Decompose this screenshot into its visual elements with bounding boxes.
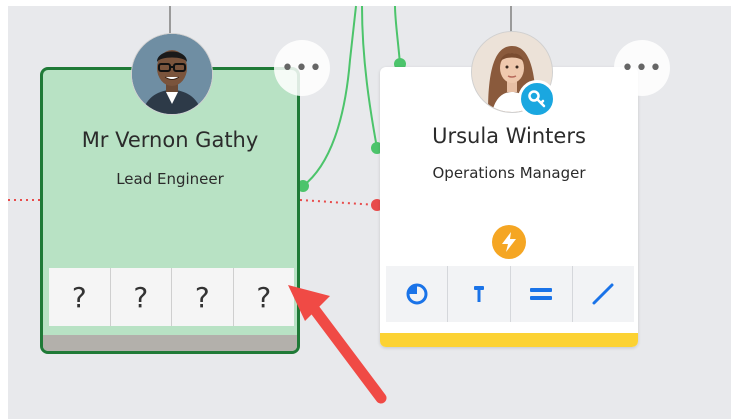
employee-role: Lead Engineer: [116, 170, 224, 188]
red-dotted-middle: [299, 199, 378, 206]
slash-icon[interactable]: [573, 266, 634, 322]
card-footer-bar: [43, 335, 297, 351]
equals-icon[interactable]: [511, 266, 573, 322]
skill-slot-empty[interactable]: ?: [172, 268, 234, 326]
lightning-bolt-icon[interactable]: [492, 225, 526, 259]
more-options-button[interactable]: •••: [614, 40, 670, 96]
circle-arc-icon[interactable]: [386, 266, 449, 322]
card-footer-green: [43, 326, 297, 335]
skill-slot-empty[interactable]: ?: [111, 268, 172, 326]
employee-name: Mr Vernon Gathy: [81, 128, 259, 152]
skill-slots: ? ? ? ?: [49, 268, 294, 326]
hammer-icon[interactable]: [448, 266, 511, 322]
green-connector-2: [361, 5, 378, 149]
employee-name: Ursula Winters: [432, 124, 586, 148]
key-icon[interactable]: [518, 80, 556, 118]
avatar[interactable]: [131, 33, 213, 115]
green-connector-1: [302, 5, 357, 187]
green-connector-3: [394, 5, 401, 65]
skill-slot-empty[interactable]: ?: [49, 268, 111, 326]
more-options-button[interactable]: •••: [274, 40, 330, 96]
card-footer-bar: [380, 333, 638, 347]
skill-icons: [386, 266, 634, 322]
skill-slot-empty[interactable]: ?: [234, 268, 295, 326]
employee-role: Operations Manager: [432, 164, 586, 182]
